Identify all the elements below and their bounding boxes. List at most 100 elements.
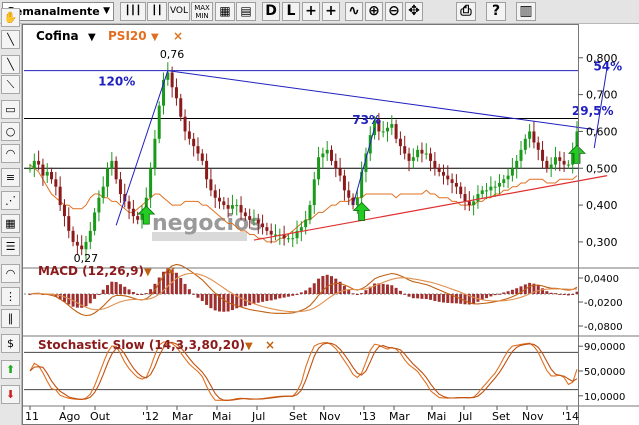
macd-histogram-bar: [295, 294, 299, 295]
circle-tool-button[interactable]: ○: [1, 122, 20, 141]
candle-body: [355, 197, 359, 206]
macd-histogram-bar: [136, 294, 140, 295]
macd-histogram-bar: [403, 293, 407, 295]
parallel-icon: ∥: [7, 312, 14, 325]
candle-body: [394, 124, 398, 139]
candle-body: [424, 153, 428, 155]
candle-body: [493, 186, 497, 188]
candle-body: [398, 138, 402, 147]
stochastic-dropdown-icon[interactable]: ▼: [245, 341, 253, 352]
grid2-button[interactable]: ▤: [236, 2, 256, 21]
instrument-dropdown-icon[interactable]: ▼: [88, 32, 96, 43]
zoom-in-button[interactable]: ⊕: [365, 2, 383, 21]
macd-histogram-bar: [416, 294, 420, 299]
macd-histogram-bar: [239, 294, 243, 308]
crosshair-button[interactable]: +: [302, 2, 320, 21]
macd-histogram-bar: [454, 294, 458, 304]
candle-body: [248, 216, 252, 220]
wave-button[interactable]: ∿: [345, 2, 363, 21]
macd-histogram-bar: [360, 293, 364, 295]
candle-body: [230, 205, 234, 209]
buy-arrow-tool-button[interactable]: ⬆: [1, 360, 20, 379]
chart-area[interactable]: negocios 0,760,27120%73%54%29,5% 0,8000,…: [22, 24, 639, 425]
macd-histogram-bar: [502, 292, 506, 294]
macd-title: MACD (12,26,9): [38, 264, 144, 278]
minmax-button[interactable]: MAX MIN: [191, 2, 213, 21]
macd-histogram-bar: [265, 294, 269, 302]
candle-body: [553, 157, 557, 165]
overlay-dropdown-icon[interactable]: ▼: [151, 32, 159, 43]
macd-histogram-bar: [334, 278, 338, 294]
grid-tool-button[interactable]: ▦: [1, 214, 20, 233]
macd-histogram-bar: [398, 290, 402, 294]
volume-button[interactable]: VOL: [168, 2, 190, 21]
log-button[interactable]: L: [282, 2, 300, 21]
rectangle-icon: ▭: [5, 103, 16, 116]
macd-histogram-bar: [394, 287, 398, 294]
overlay-close-icon[interactable]: ×: [173, 29, 183, 43]
ray-tool-button[interactable]: ╲: [1, 55, 20, 74]
candle-body: [84, 241, 88, 250]
macd-histogram-bar: [205, 294, 209, 305]
fan-tool-button[interactable]: ⋰: [1, 191, 20, 210]
parallel-tool-button[interactable]: ∥: [1, 309, 20, 328]
macd-histogram-bar: [179, 278, 183, 294]
level-tool-button[interactable]: ☰: [1, 237, 20, 256]
fibonacci-tool-button[interactable]: ≡: [1, 168, 20, 187]
macd-histogram-bar: [144, 293, 148, 295]
grid-button[interactable]: ▦: [215, 2, 235, 21]
dollar-tool-button[interactable]: $: [1, 334, 20, 353]
macd-histogram-bar: [110, 281, 114, 294]
pan-button[interactable]: ✥: [405, 2, 423, 21]
macd-histogram-bar: [222, 294, 226, 312]
candle-body: [480, 190, 484, 195]
macd-histogram-bar: [553, 293, 557, 295]
candle-body: [528, 131, 532, 139]
macd-close-icon[interactable]: ×: [166, 264, 176, 278]
cycle-tool-button[interactable]: ⋮: [1, 287, 20, 306]
daily-button[interactable]: D: [262, 2, 280, 21]
bars-button[interactable]: ┃┃: [147, 2, 167, 21]
candle-body: [321, 153, 325, 158]
book-button[interactable]: ▥: [516, 2, 536, 21]
zoom-out-button[interactable]: ⊖: [385, 2, 403, 21]
candle-body: [325, 149, 329, 154]
macd-histogram-bar: [312, 283, 316, 294]
macd-histogram-bar: [88, 294, 92, 304]
macd-histogram-bar: [463, 294, 467, 305]
sell-arrow-tool-button[interactable]: ⬇: [1, 385, 20, 404]
candle-body: [32, 160, 36, 169]
line-tool-button[interactable]: ╲: [1, 30, 20, 49]
x-tick-label: Set: [492, 410, 511, 423]
candle-body: [416, 149, 420, 158]
stochastic-y-tick-label: 10,0000: [584, 392, 625, 403]
candle-body: [170, 72, 174, 88]
macd-histogram-bar: [97, 294, 101, 295]
level-icon: ☰: [5, 240, 16, 253]
hand-tool-button[interactable]: ✋: [1, 8, 20, 27]
rectangle-tool-button[interactable]: ▭: [1, 100, 20, 119]
pan-icon: ✥: [408, 3, 420, 19]
drawing-toolbar: ✋ ╲ ╲ ⟍ ▭ ○ ◠ ≡ ⋰ ▦ ☰ ◠ ⋮ ∥ $ ⬆ ⬇: [0, 8, 22, 425]
print-button[interactable]: ⎙: [456, 2, 476, 21]
macd-histogram-bar: [84, 294, 88, 307]
stochastic-y-tick-label: 90,0000: [584, 342, 625, 353]
candle-body: [80, 245, 84, 250]
volume-label: VOL: [169, 6, 189, 16]
crosshair2-button[interactable]: +: [322, 2, 340, 21]
candle-body: [454, 182, 458, 187]
channel-tool-button[interactable]: ⟍: [1, 75, 20, 94]
arc2-tool-button[interactable]: ◠: [1, 264, 20, 283]
help-button[interactable]: ?: [486, 2, 506, 21]
period-select-label: Semanalmente: [7, 5, 100, 18]
arc-tool-button[interactable]: ◠: [1, 144, 20, 163]
candle-body: [256, 219, 260, 224]
candle-body: [127, 201, 131, 209]
candle-body: [110, 160, 114, 169]
candles-button[interactable]: ┃┃┃: [120, 2, 146, 21]
macd-dropdown-icon[interactable]: ▼: [144, 267, 152, 278]
macd-histogram-bar: [493, 294, 497, 296]
candle-body: [41, 164, 45, 176]
stochastic-close-icon[interactable]: ×: [265, 338, 275, 352]
x-tick-label: Mai: [212, 410, 231, 423]
